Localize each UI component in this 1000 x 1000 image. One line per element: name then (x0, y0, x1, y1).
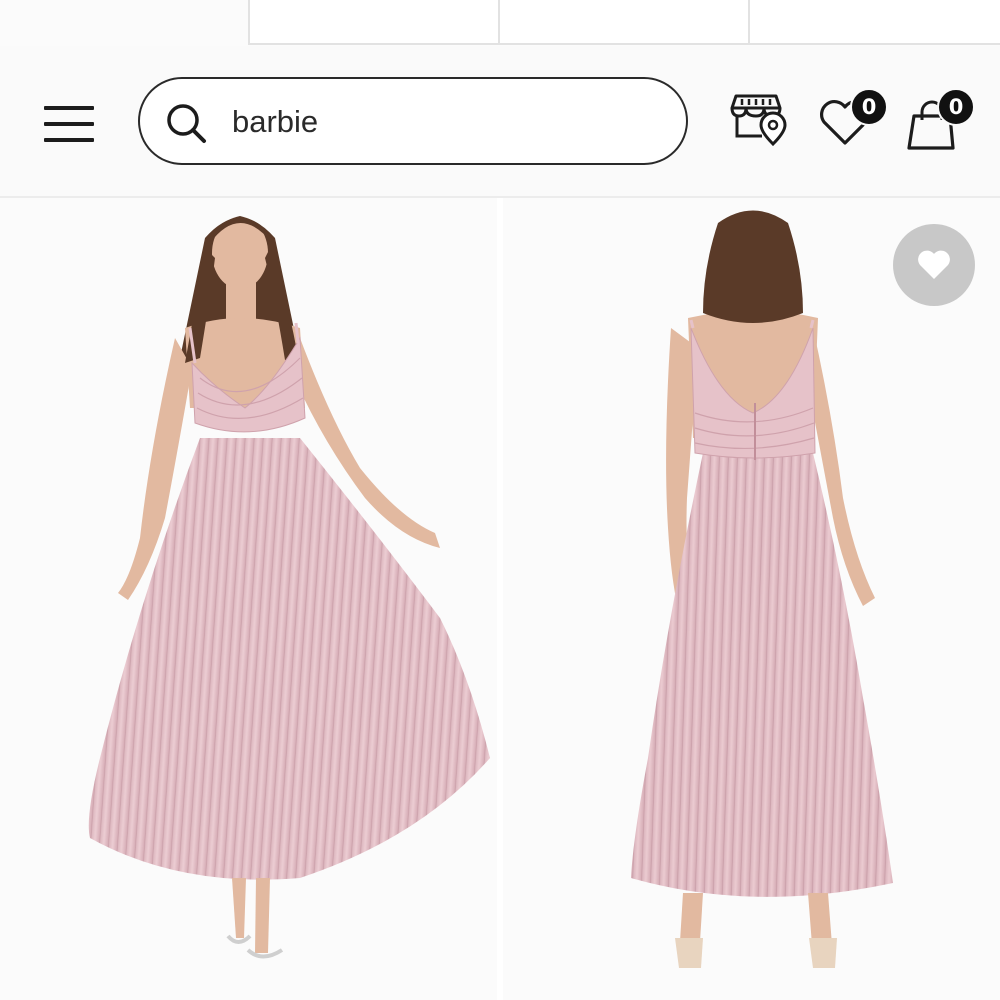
filter-option-3[interactable] (748, 0, 1000, 45)
filter-option-1[interactable] (248, 0, 500, 45)
product-image-back[interactable] (503, 198, 1000, 1000)
dress-front-illustration (88, 216, 490, 959)
heart-icon (918, 250, 950, 279)
product-image-front[interactable] (0, 198, 497, 1000)
wishlist-count-badge: 0 (850, 88, 888, 126)
bag-count-badge: 0 (937, 88, 975, 126)
search-icon[interactable] (164, 101, 208, 145)
dress-back-illustration (631, 210, 893, 968)
search-input[interactable] (232, 97, 652, 147)
menu-icon[interactable] (44, 104, 96, 142)
store-locator-button[interactable] (730, 92, 788, 147)
add-to-wishlist-button[interactable] (893, 224, 975, 306)
search-bar[interactable] (138, 77, 688, 165)
wishlist-button[interactable]: 0 (818, 88, 888, 148)
filter-option-2[interactable] (498, 0, 750, 45)
filter-bar (0, 0, 1000, 46)
store-locator-icon (730, 94, 787, 147)
shopping-bag-button[interactable]: 0 (905, 88, 975, 150)
header: 0 0 (0, 46, 1000, 198)
